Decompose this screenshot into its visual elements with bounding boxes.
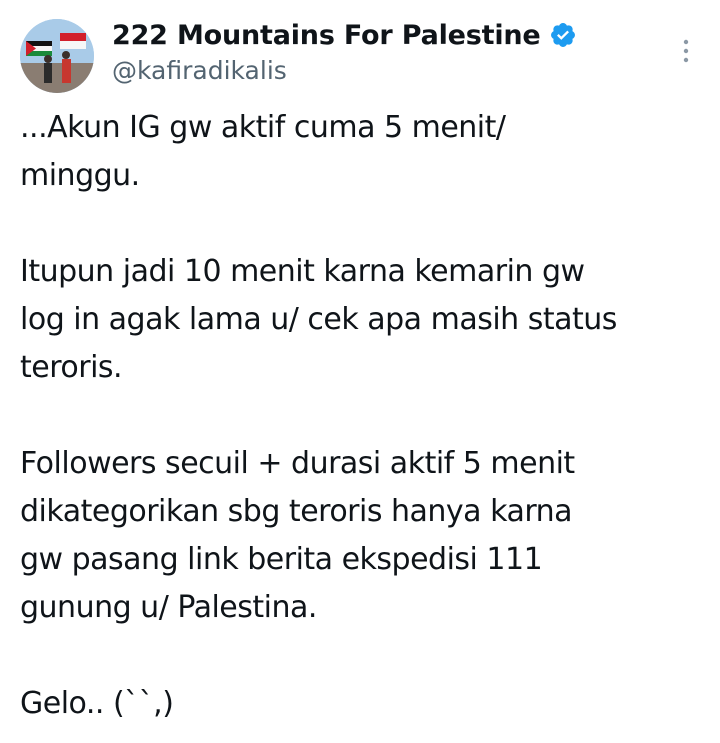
palestine-flag-icon bbox=[26, 41, 52, 56]
display-name[interactable]: 222 Mountains For Palestine bbox=[112, 20, 541, 51]
more-options-icon[interactable] bbox=[678, 36, 694, 66]
display-name-row: 222 Mountains For Palestine bbox=[112, 16, 577, 54]
handle[interactable]: @kafiradikalis bbox=[112, 56, 577, 85]
tweet-text: ...Akun IG gw aktif cuma 5 menit/ minggu… bbox=[20, 104, 710, 728]
indonesia-flag-icon bbox=[60, 33, 86, 49]
tweet-paragraph: Gelo.. (``,) bbox=[20, 686, 174, 721]
tweet-paragraph: Itupun jadi 10 menit karna kemarin gw lo… bbox=[20, 254, 617, 385]
tweet-paragraph: ...Akun IG gw aktif cuma 5 menit/ minggu… bbox=[20, 110, 506, 193]
author-names: 222 Mountains For Palestine @kafiradikal… bbox=[112, 16, 577, 85]
tweet-paragraph: Followers secuil + durasi aktif 5 menit … bbox=[20, 446, 575, 625]
avatar[interactable] bbox=[20, 19, 94, 93]
verified-badge-icon[interactable] bbox=[549, 21, 577, 49]
avatar-image bbox=[20, 19, 94, 93]
tweet-header: 222 Mountains For Palestine @kafiradikal… bbox=[20, 14, 700, 94]
